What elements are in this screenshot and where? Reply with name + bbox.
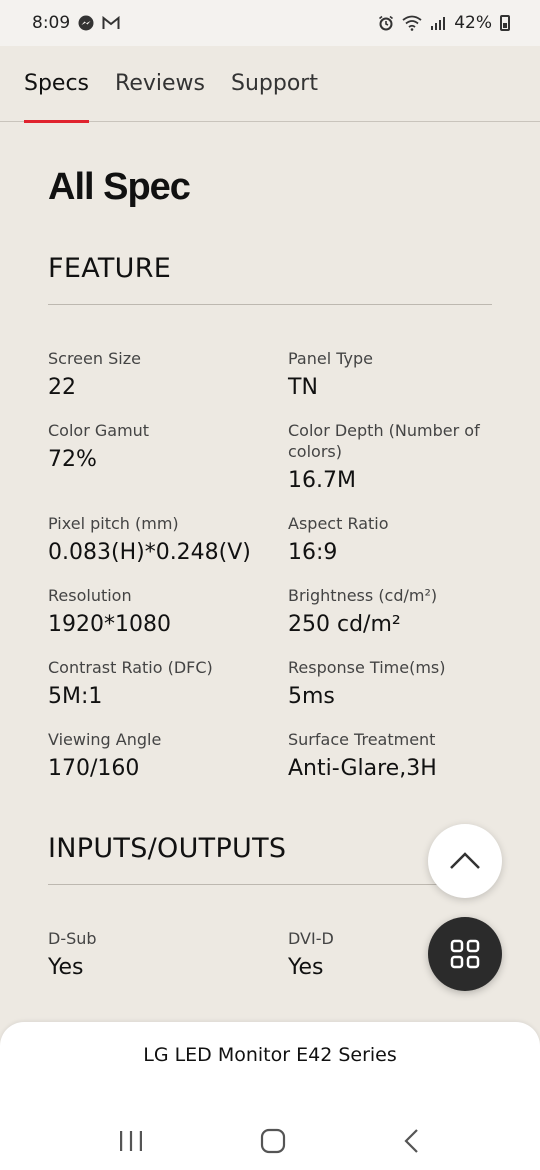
spec-content: All Spec FEATURE Screen Size 22 Panel Ty… bbox=[48, 122, 492, 1000]
spec-label: Surface Treatment bbox=[288, 730, 436, 749]
spec-label: Response Time(ms) bbox=[288, 658, 446, 677]
signal-icon bbox=[431, 17, 446, 30]
status-left: 8:09 bbox=[32, 13, 120, 33]
spec-label: Brightness (cd/m²) bbox=[288, 586, 438, 605]
product-bottom-sheet[interactable]: LG LED Monitor E42 Series bbox=[0, 1022, 540, 1170]
home-icon[interactable] bbox=[260, 1128, 286, 1154]
status-right: 42% bbox=[378, 13, 510, 33]
spec-resolution: Resolution 1920*1080 bbox=[48, 585, 288, 657]
battery-icon bbox=[500, 15, 510, 31]
spec-value: 1920*1080 bbox=[48, 612, 171, 637]
spec-label: Viewing Angle bbox=[48, 730, 162, 749]
spec-value: 22 bbox=[48, 375, 76, 400]
quick-menu-button[interactable] bbox=[428, 917, 502, 991]
section-title-inputs-outputs: INPUTS/OUTPUTS bbox=[48, 833, 287, 864]
system-nav-bar bbox=[0, 1112, 540, 1170]
io-spec-grid: D-Sub Yes DVI-D Yes bbox=[48, 928, 492, 1000]
alarm-icon bbox=[379, 15, 394, 31]
back-icon[interactable] bbox=[402, 1128, 422, 1154]
spec-contrast-ratio: Contrast Ratio (DFC) 5M:1 bbox=[48, 657, 288, 729]
section-divider bbox=[48, 884, 492, 885]
spec-color-depth: Color Depth (Number of colors) 16.7M bbox=[288, 420, 492, 513]
feature-section: FEATURE Screen Size 22 Panel Type TN Col… bbox=[48, 253, 492, 801]
messenger-icon bbox=[78, 15, 94, 31]
feature-spec-grid: Screen Size 22 Panel Type TN Color Gamut… bbox=[48, 348, 492, 801]
spec-color-gamut: Color Gamut 72% bbox=[48, 420, 288, 513]
spec-d-sub: D-Sub Yes bbox=[48, 928, 288, 1000]
section-title-feature: FEATURE bbox=[48, 253, 172, 284]
tab-bar: Specs Reviews Support bbox=[0, 46, 540, 123]
battery-percent: 42% bbox=[454, 13, 492, 33]
chevron-up-icon bbox=[450, 852, 480, 869]
spec-screen-size: Screen Size 22 bbox=[48, 348, 288, 420]
section-divider bbox=[48, 304, 492, 305]
spec-value: 16.7M bbox=[288, 468, 356, 493]
spec-pixel-pitch: Pixel pitch (mm) 0.083(H)*0.248(V) bbox=[48, 513, 288, 585]
spec-label: D-Sub bbox=[48, 929, 97, 948]
tab-reviews[interactable]: Reviews bbox=[115, 46, 205, 122]
spec-label: Aspect Ratio bbox=[288, 514, 389, 533]
product-name: LG LED Monitor E42 Series bbox=[143, 1044, 397, 1066]
spec-label: Panel Type bbox=[288, 349, 373, 368]
spec-value: 0.083(H)*0.248(V) bbox=[48, 540, 251, 565]
grid-icon bbox=[450, 939, 480, 969]
spec-label: Resolution bbox=[48, 586, 132, 605]
spec-brightness: Brightness (cd/m²) 250 cd/m² bbox=[288, 585, 492, 657]
spec-value: 72% bbox=[48, 447, 97, 472]
tab-support[interactable]: Support bbox=[231, 46, 318, 122]
spec-panel-type: Panel Type TN bbox=[288, 348, 492, 420]
spec-surface-treatment: Surface Treatment Anti-Glare,3H bbox=[288, 729, 492, 801]
scroll-to-top-button[interactable] bbox=[428, 824, 502, 898]
spec-label: Color Depth (Number of colors) bbox=[288, 421, 480, 461]
status-bar: 8:09 42% bbox=[0, 0, 540, 46]
spec-label: Pixel pitch (mm) bbox=[48, 514, 179, 533]
spec-aspect-ratio: Aspect Ratio 16:9 bbox=[288, 513, 492, 585]
spec-value: 170/160 bbox=[48, 756, 140, 781]
spec-viewing-angle: Viewing Angle 170/160 bbox=[48, 729, 288, 801]
status-time: 8:09 bbox=[32, 13, 71, 33]
spec-label: Contrast Ratio (DFC) bbox=[48, 658, 213, 677]
inputs-outputs-section: INPUTS/OUTPUTS D-Sub Yes DVI-D Yes bbox=[48, 833, 492, 1000]
page-title: All Spec bbox=[48, 166, 191, 208]
gmail-icon bbox=[102, 16, 120, 29]
spec-value: TN bbox=[288, 375, 318, 400]
spec-label: Color Gamut bbox=[48, 421, 150, 440]
spec-value: 5ms bbox=[288, 684, 335, 709]
spec-value: 250 cd/m² bbox=[288, 612, 401, 637]
spec-value: 16:9 bbox=[288, 540, 338, 565]
spec-response-time: Response Time(ms) 5ms bbox=[288, 657, 492, 729]
spec-value: Anti-Glare,3H bbox=[288, 756, 437, 781]
tab-specs[interactable]: Specs bbox=[24, 46, 90, 123]
spec-value: Yes bbox=[48, 955, 84, 980]
spec-label: Screen Size bbox=[48, 349, 141, 368]
spec-value: 5M:1 bbox=[48, 684, 103, 709]
wifi-icon bbox=[402, 15, 422, 31]
recent-apps-icon[interactable] bbox=[118, 1129, 144, 1153]
